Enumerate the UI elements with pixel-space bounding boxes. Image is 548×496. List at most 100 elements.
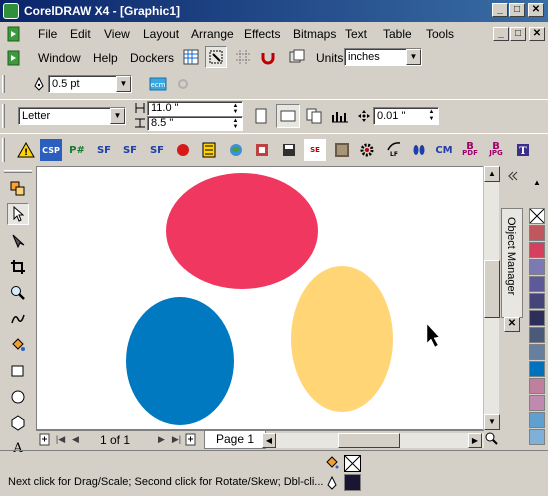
ellipse-tool[interactable]	[7, 386, 29, 408]
page-width-field[interactable]: 11.0 " ▲ ▼	[147, 101, 243, 116]
text-tool-icon[interactable]: T	[512, 139, 534, 161]
zoom-tool[interactable]	[7, 282, 29, 304]
toolbar-grip[interactable]	[2, 75, 5, 93]
yellow-ellipse[interactable]	[291, 266, 393, 412]
spin-down-icon[interactable]: ▼	[229, 108, 242, 115]
options-button[interactable]	[286, 46, 308, 68]
film-strip-icon[interactable]	[198, 139, 220, 161]
no-fill-swatch[interactable]	[529, 208, 545, 224]
menu-bitmaps[interactable]: Bitmaps	[293, 27, 336, 41]
coreldraw-app-icon[interactable]	[3, 3, 19, 19]
menu-arrange[interactable]: Arrange	[191, 27, 234, 41]
color-swatch[interactable]	[529, 344, 545, 360]
document-icon[interactable]	[6, 26, 22, 42]
color-swatch[interactable]	[529, 310, 545, 326]
pick-tool[interactable]	[7, 203, 29, 225]
document-icon-2[interactable]	[6, 50, 22, 66]
units-button[interactable]	[329, 105, 351, 127]
polygon-tool[interactable]	[7, 412, 29, 434]
scroll-right-icon[interactable]: ▶	[468, 433, 482, 448]
portrait-button[interactable]	[250, 105, 272, 127]
doc-close-button[interactable]: ✕	[529, 27, 545, 41]
fill-color-swatch[interactable]	[344, 455, 361, 472]
minimize-button[interactable]: _	[492, 3, 508, 17]
red-ball-icon[interactable]	[172, 139, 194, 161]
add-page-after-icon[interactable]	[185, 433, 197, 446]
macro-pnum-button[interactable]: P#	[66, 139, 88, 161]
maximize-button[interactable]: □	[509, 3, 525, 17]
nudge-distance-field[interactable]: 0.01 " ▲ ▼	[373, 107, 439, 125]
shape-tool[interactable]	[7, 230, 29, 252]
color-swatch[interactable]	[529, 327, 545, 343]
page-tools-icon[interactable]	[251, 139, 273, 161]
red-ellipse[interactable]	[166, 173, 318, 289]
blue-ellipse[interactable]	[126, 297, 234, 425]
macro-se-button[interactable]: SE	[304, 139, 326, 161]
macro-csp-button[interactable]: CSP	[40, 139, 62, 161]
horizontal-scrollbar[interactable]: ◀ ▶	[262, 433, 484, 448]
color-swatch[interactable]	[529, 395, 545, 411]
snap-to-objects-button[interactable]	[205, 46, 227, 68]
first-page-icon[interactable]: |◀	[54, 433, 67, 446]
drawing-canvas[interactable]	[36, 166, 484, 430]
macro-lf-button[interactable]: LF	[383, 139, 405, 161]
group-tool[interactable]	[7, 178, 29, 200]
color-swatch[interactable]	[529, 412, 545, 428]
spin-down-icon[interactable]: ▼	[425, 115, 438, 123]
gear-wheel-icon[interactable]	[356, 139, 378, 161]
vertical-scrollbar[interactable]: ▲ ▼	[483, 166, 500, 430]
spin-down-icon[interactable]: ▼	[229, 123, 242, 130]
landscape-button[interactable]	[276, 104, 300, 128]
color-swatch[interactable]	[529, 259, 545, 275]
menu-table[interactable]: Table	[383, 27, 412, 41]
collapse-docker-icon[interactable]	[506, 170, 518, 182]
page-tab-1[interactable]: Page 1	[204, 431, 267, 449]
add-page-icon[interactable]	[39, 433, 51, 446]
horizontal-scroll-thumb[interactable]	[338, 433, 400, 448]
menu-window[interactable]: Window	[38, 51, 81, 65]
close-button[interactable]: ✕	[528, 3, 544, 17]
crop-tool[interactable]	[7, 256, 29, 278]
previous-page-icon[interactable]: ◀	[69, 433, 82, 446]
color-swatch[interactable]	[529, 225, 545, 241]
footprints-icon[interactable]	[408, 139, 430, 161]
macro-sf3-button[interactable]: SF	[146, 139, 168, 161]
outline-width-dropdown[interactable]: 0.5 pt ▼	[48, 75, 132, 93]
warning-icon[interactable]: !	[15, 139, 37, 161]
macro-sf1-button[interactable]: SF	[93, 139, 115, 161]
snap-to-grid-button[interactable]	[180, 46, 202, 68]
macro-jpg-button[interactable]: B JPG	[485, 139, 507, 161]
menu-help[interactable]: Help	[93, 51, 118, 65]
all-pages-button[interactable]	[303, 105, 325, 127]
outline-color-swatch[interactable]	[344, 474, 361, 491]
scroll-up-icon[interactable]: ▲	[484, 166, 500, 182]
docker-close-button[interactable]: ✕	[504, 317, 520, 332]
doc-minimize-button[interactable]: _	[493, 27, 509, 41]
color-swatch[interactable]	[529, 242, 545, 258]
color-swatch[interactable]	[529, 361, 545, 377]
docker-title-panel[interactable]: Object Manager	[501, 208, 523, 318]
macro-toolbar-grip[interactable]	[2, 138, 5, 162]
menu-view[interactable]: View	[104, 27, 130, 41]
macro-pdf-button[interactable]: B PDF	[459, 139, 481, 161]
menu-effects[interactable]: Effects	[244, 27, 280, 41]
image-icon[interactable]	[331, 139, 353, 161]
color-swatch[interactable]	[529, 276, 545, 292]
property-bar-grip[interactable]	[2, 104, 5, 128]
paper-type-dropdown[interactable]: Letter ▼	[18, 107, 126, 125]
color-swatch[interactable]	[529, 293, 545, 309]
menu-file[interactable]: File	[38, 27, 57, 41]
save-disk-icon[interactable]	[278, 139, 300, 161]
doc-restore-button[interactable]: □	[510, 27, 526, 41]
globe-icon[interactable]	[225, 139, 247, 161]
scroll-down-icon[interactable]: ▼	[484, 414, 500, 430]
toolbox-grip[interactable]	[4, 170, 32, 173]
color-swatch[interactable]	[529, 378, 545, 394]
vertical-scroll-thumb[interactable]	[484, 260, 500, 318]
menu-text[interactable]: Text	[345, 27, 367, 41]
next-page-icon[interactable]: ▶	[155, 433, 168, 446]
snap-guidelines-button[interactable]	[232, 46, 254, 68]
dynamic-guides-button[interactable]	[257, 46, 279, 68]
scroll-left-icon[interactable]: ◀	[262, 433, 276, 448]
navigator-zoom-icon[interactable]	[484, 431, 498, 445]
